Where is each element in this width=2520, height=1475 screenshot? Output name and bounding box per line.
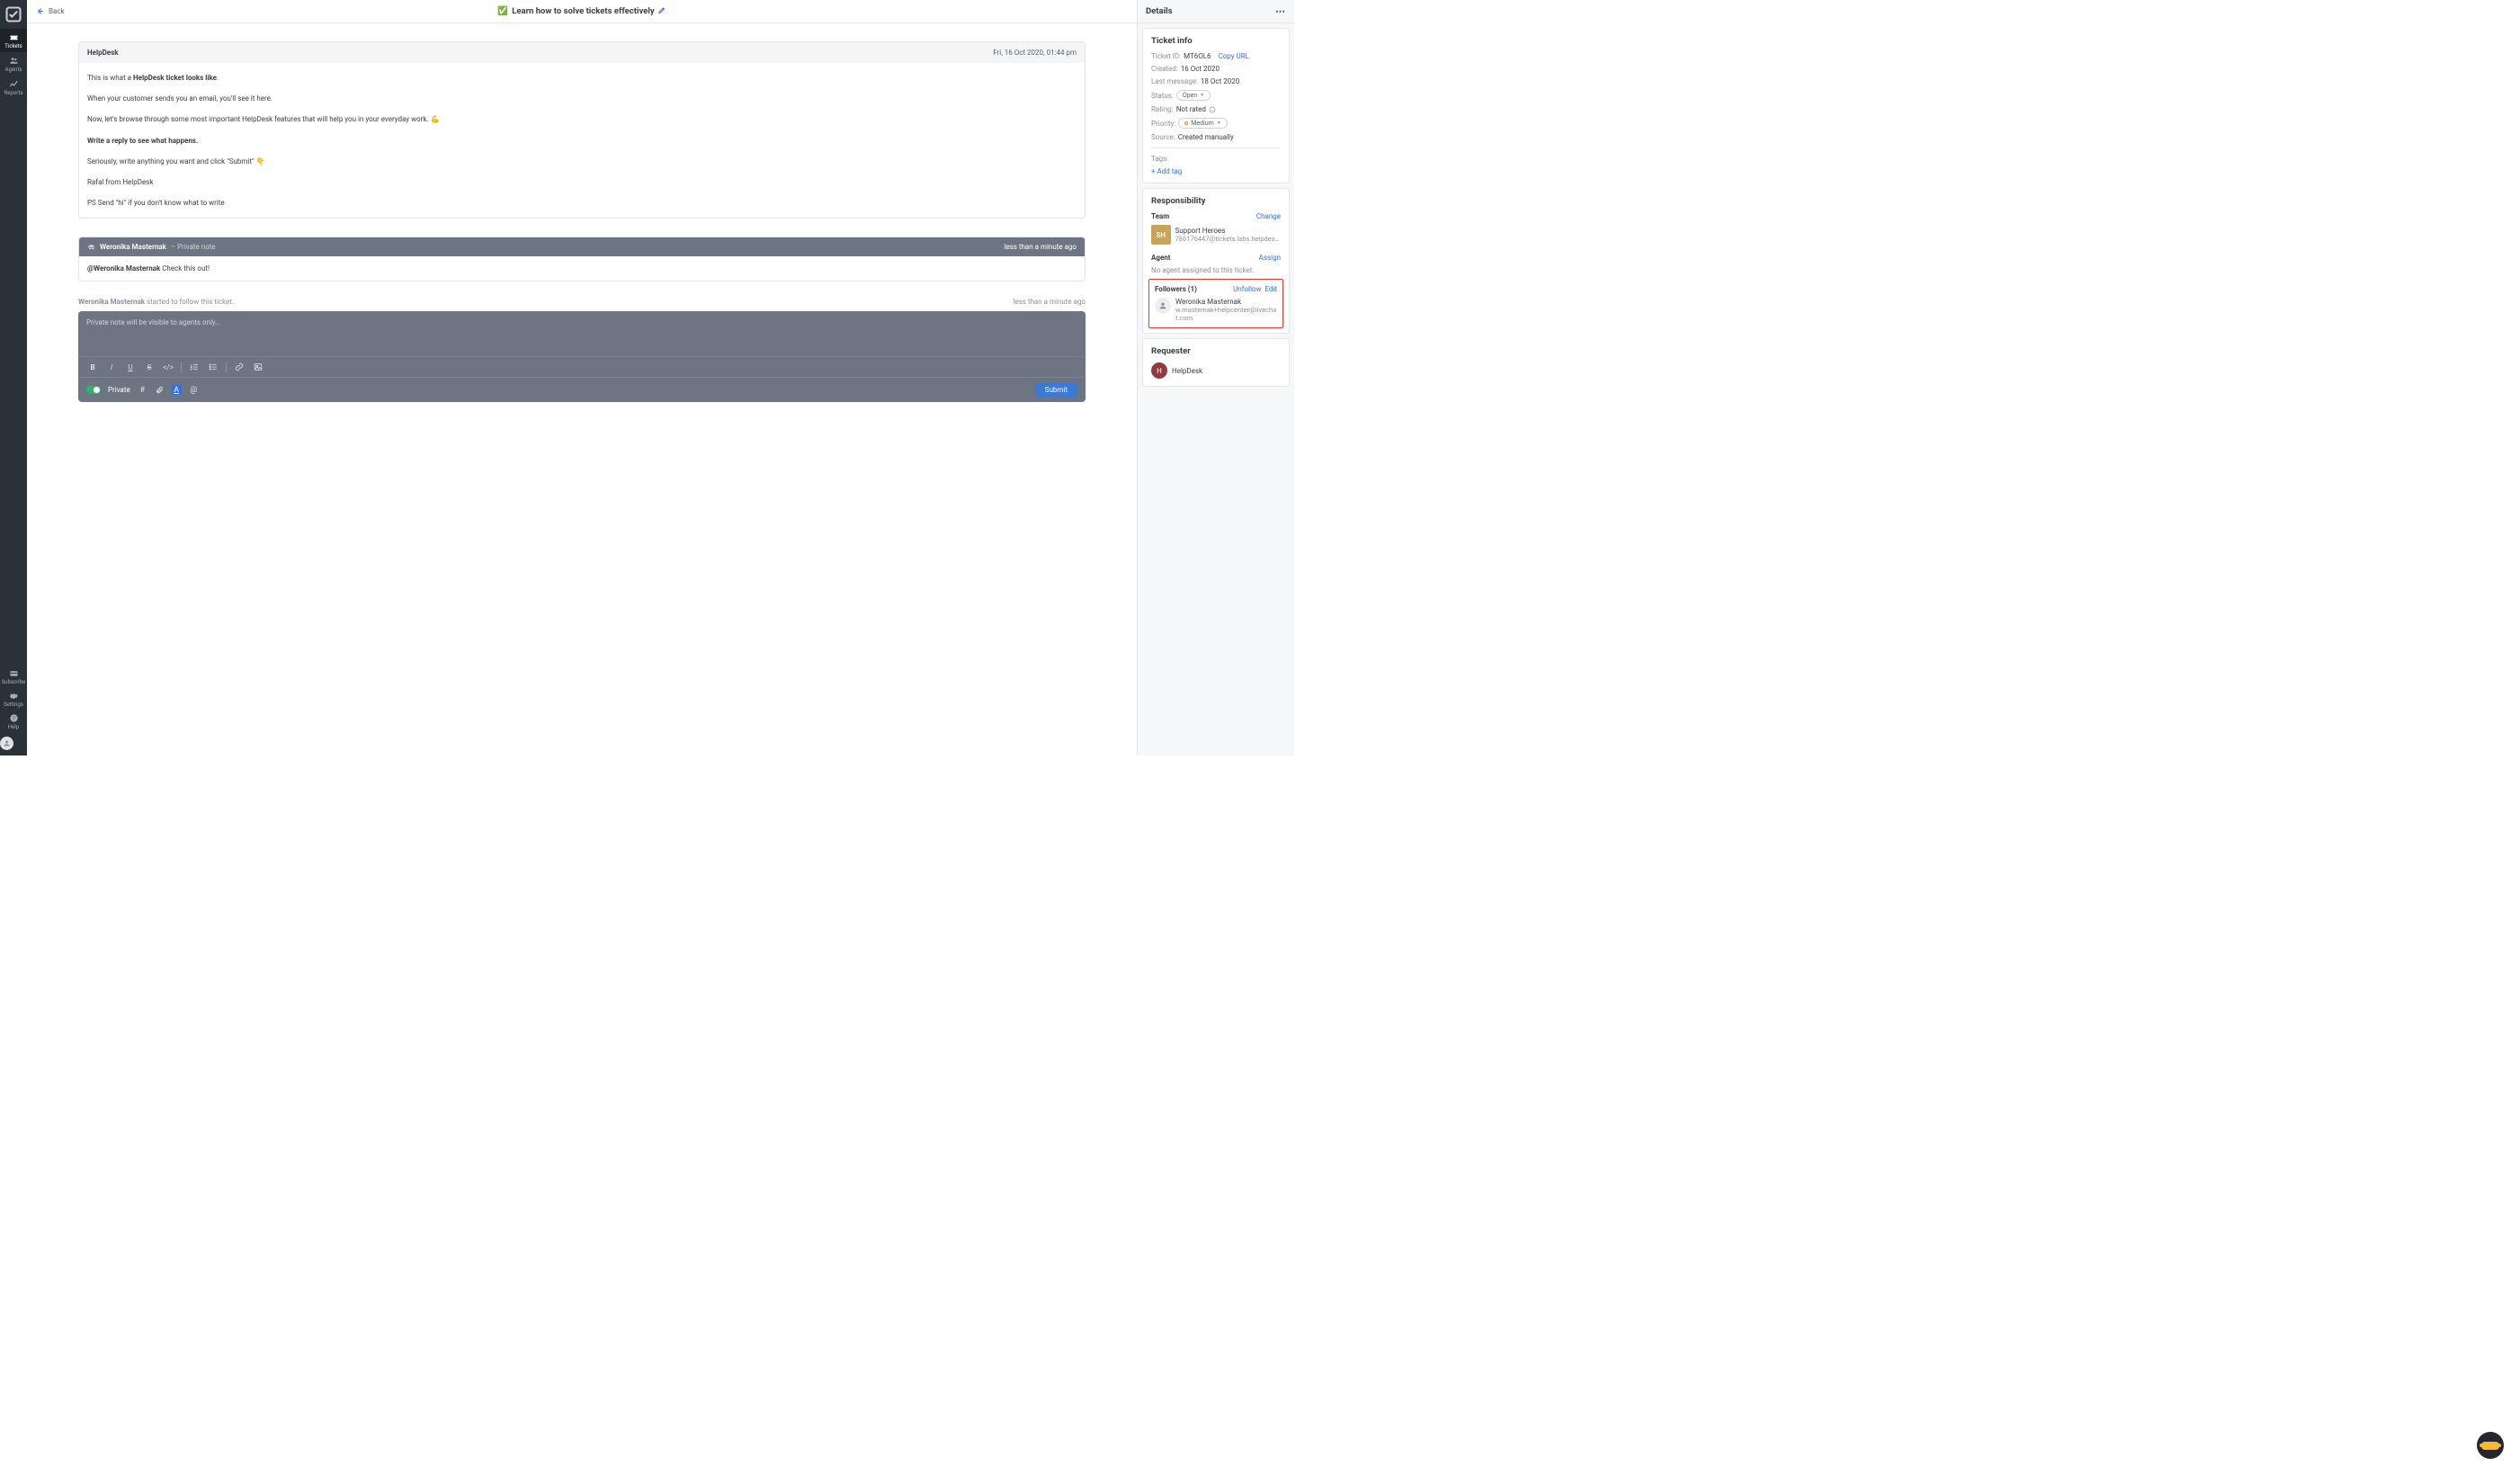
- arrow-left-icon: [36, 7, 44, 15]
- sidebar-item-label: Subscribe: [2, 679, 26, 685]
- sidebar-item-label: Settings: [4, 702, 23, 708]
- sidebar-item-label: Tickets: [4, 43, 22, 49]
- reply-composer: Private note will be visible to agents o…: [78, 311, 1086, 402]
- requester-heading: Requester: [1151, 346, 1281, 356]
- ticket-info-panel: Ticket info Ticket ID: MT6OL6 Copy URL C…: [1142, 28, 1290, 183]
- bold-button[interactable]: B: [86, 361, 99, 373]
- app-logo[interactable]: [4, 5, 22, 23]
- change-team-link[interactable]: Change: [1256, 212, 1281, 220]
- follower-row: Weronika Masternak w.masternak+helpcente…: [1155, 298, 1277, 322]
- team-row: SH Support Heroes 786176447@tickets.labs…: [1151, 225, 1281, 245]
- attachment-button[interactable]: [155, 385, 165, 395]
- note-author: Weronika Masternak: [100, 243, 166, 251]
- hashtag-button[interactable]: #: [138, 385, 147, 395]
- note-tag: – Private note: [171, 243, 216, 251]
- edit-title-button[interactable]: [658, 6, 666, 17]
- requester-avatar: H: [1151, 362, 1167, 379]
- topbar: Back ✅ Learn how to solve tickets effect…: [27, 0, 1137, 23]
- help-icon: ?: [9, 713, 19, 723]
- bullet-list-button[interactable]: [207, 361, 219, 373]
- priority-dropdown[interactable]: Medium▼: [1178, 118, 1227, 129]
- image-button[interactable]: [252, 361, 264, 373]
- agents-icon: [9, 56, 19, 66]
- activity-time: less than a minute ago: [1013, 298, 1086, 306]
- message-from: HelpDesk: [87, 49, 119, 57]
- back-button[interactable]: Back: [36, 7, 65, 15]
- pencil-icon: [658, 6, 666, 14]
- sidebar-item-help[interactable]: ? Help: [0, 711, 27, 733]
- unfollow-link[interactable]: Unfollow: [1233, 285, 1261, 293]
- link-button[interactable]: [233, 361, 246, 373]
- title-emoji: ✅: [497, 6, 508, 16]
- message-body: This is what a HelpDesk ticket looks lik…: [79, 63, 1085, 218]
- divider: [226, 362, 227, 372]
- note-header: Weronika Masternak – Private note less t…: [79, 237, 1085, 256]
- responsibility-heading: Responsibility: [1151, 196, 1281, 206]
- composer-footer: Private # A @ Submit: [78, 377, 1086, 402]
- person-icon: [1158, 301, 1167, 310]
- code-button[interactable]: </>: [162, 361, 174, 373]
- private-label: Private: [108, 386, 130, 394]
- back-label: Back: [49, 7, 65, 15]
- user-avatar[interactable]: [0, 737, 13, 750]
- sidebar-item-label: Reports: [4, 90, 23, 96]
- follower-avatar: [1155, 298, 1171, 314]
- ordered-list-button[interactable]: [188, 361, 201, 373]
- page-title: ✅ Learn how to solve tickets effectively: [497, 6, 666, 17]
- text-color-button[interactable]: A: [172, 385, 182, 395]
- main-column: Back ✅ Learn how to solve tickets effect…: [27, 0, 1138, 755]
- details-title: Details: [1146, 6, 1173, 16]
- mention-button[interactable]: @: [189, 385, 199, 395]
- sidebar-item-agents[interactable]: Agents: [0, 52, 27, 76]
- add-tag-link[interactable]: + Add tag: [1151, 167, 1281, 175]
- strikethrough-button[interactable]: S: [143, 361, 156, 373]
- more-button[interactable]: ⋯: [1275, 5, 1286, 17]
- requester-row: H HelpDesk: [1151, 362, 1281, 379]
- requester-panel: Requester H HelpDesk: [1142, 338, 1290, 387]
- team-avatar: SH: [1151, 225, 1171, 245]
- private-toggle[interactable]: [86, 386, 101, 394]
- subscribe-icon: [9, 668, 19, 678]
- activity-line: Weronika Masternak started to follow thi…: [78, 298, 1086, 306]
- conversation-area: HelpDesk Fri, 16 Oct 2020, 01:44 pm This…: [27, 23, 1137, 755]
- sidebar-item-settings[interactable]: Settings: [0, 688, 27, 711]
- sidebar-item-tickets[interactable]: Tickets: [0, 29, 27, 52]
- sidebar-item-label: Agents: [5, 67, 22, 73]
- followers-section: Followers (1) Unfollow Edit Weronika Mas…: [1148, 279, 1283, 328]
- sidebar-item-label: Help: [8, 724, 19, 730]
- assign-agent-link[interactable]: Assign: [1259, 254, 1281, 262]
- note-time: less than a minute ago: [1004, 243, 1077, 251]
- editor-toolbar: B I U S </>: [78, 356, 1086, 377]
- details-header: Details ⋯: [1138, 0, 1294, 23]
- person-icon: [3, 739, 11, 747]
- chat-fab[interactable]: [2477, 1432, 2504, 1459]
- left-sidebar: Tickets Agents Reports Subscribe Setting…: [0, 0, 27, 755]
- message-header: HelpDesk Fri, 16 Oct 2020, 01:44 pm: [79, 42, 1085, 63]
- composer-textarea[interactable]: Private note will be visible to agents o…: [78, 311, 1086, 356]
- title-text: Learn how to solve tickets effectively: [512, 6, 654, 16]
- copy-url-link[interactable]: Copy URL: [1219, 52, 1249, 60]
- details-panel: Details ⋯ Ticket info Ticket ID: MT6OL6 …: [1138, 0, 1294, 755]
- sidebar-item-reports[interactable]: Reports: [0, 76, 27, 99]
- underline-button[interactable]: U: [124, 361, 137, 373]
- note-body: @Weronika Masternak Check this out!: [79, 256, 1085, 281]
- submit-button[interactable]: Submit: [1035, 382, 1077, 398]
- ticket-info-heading: Ticket info: [1151, 36, 1281, 46]
- divider: [181, 362, 182, 372]
- sidebar-item-subscribe[interactable]: Subscribe: [0, 666, 27, 688]
- info-icon[interactable]: [1209, 106, 1216, 113]
- responsibility-panel: Responsibility Team Change SH Support He…: [1142, 188, 1290, 334]
- gear-icon: [9, 691, 19, 701]
- italic-button[interactable]: I: [105, 361, 118, 373]
- reports-icon: [9, 79, 19, 89]
- incognito-icon: [87, 243, 95, 251]
- private-note-card: Weronika Masternak – Private note less t…: [78, 237, 1086, 282]
- status-dropdown[interactable]: Open▼: [1176, 90, 1211, 101]
- ticket-icon: [9, 32, 19, 42]
- edit-followers-link[interactable]: Edit: [1264, 285, 1277, 293]
- message-card: HelpDesk Fri, 16 Oct 2020, 01:44 pm This…: [78, 41, 1086, 219]
- message-time: Fri, 16 Oct 2020, 01:44 pm: [993, 49, 1077, 57]
- chat-icon: [2481, 1442, 2499, 1450]
